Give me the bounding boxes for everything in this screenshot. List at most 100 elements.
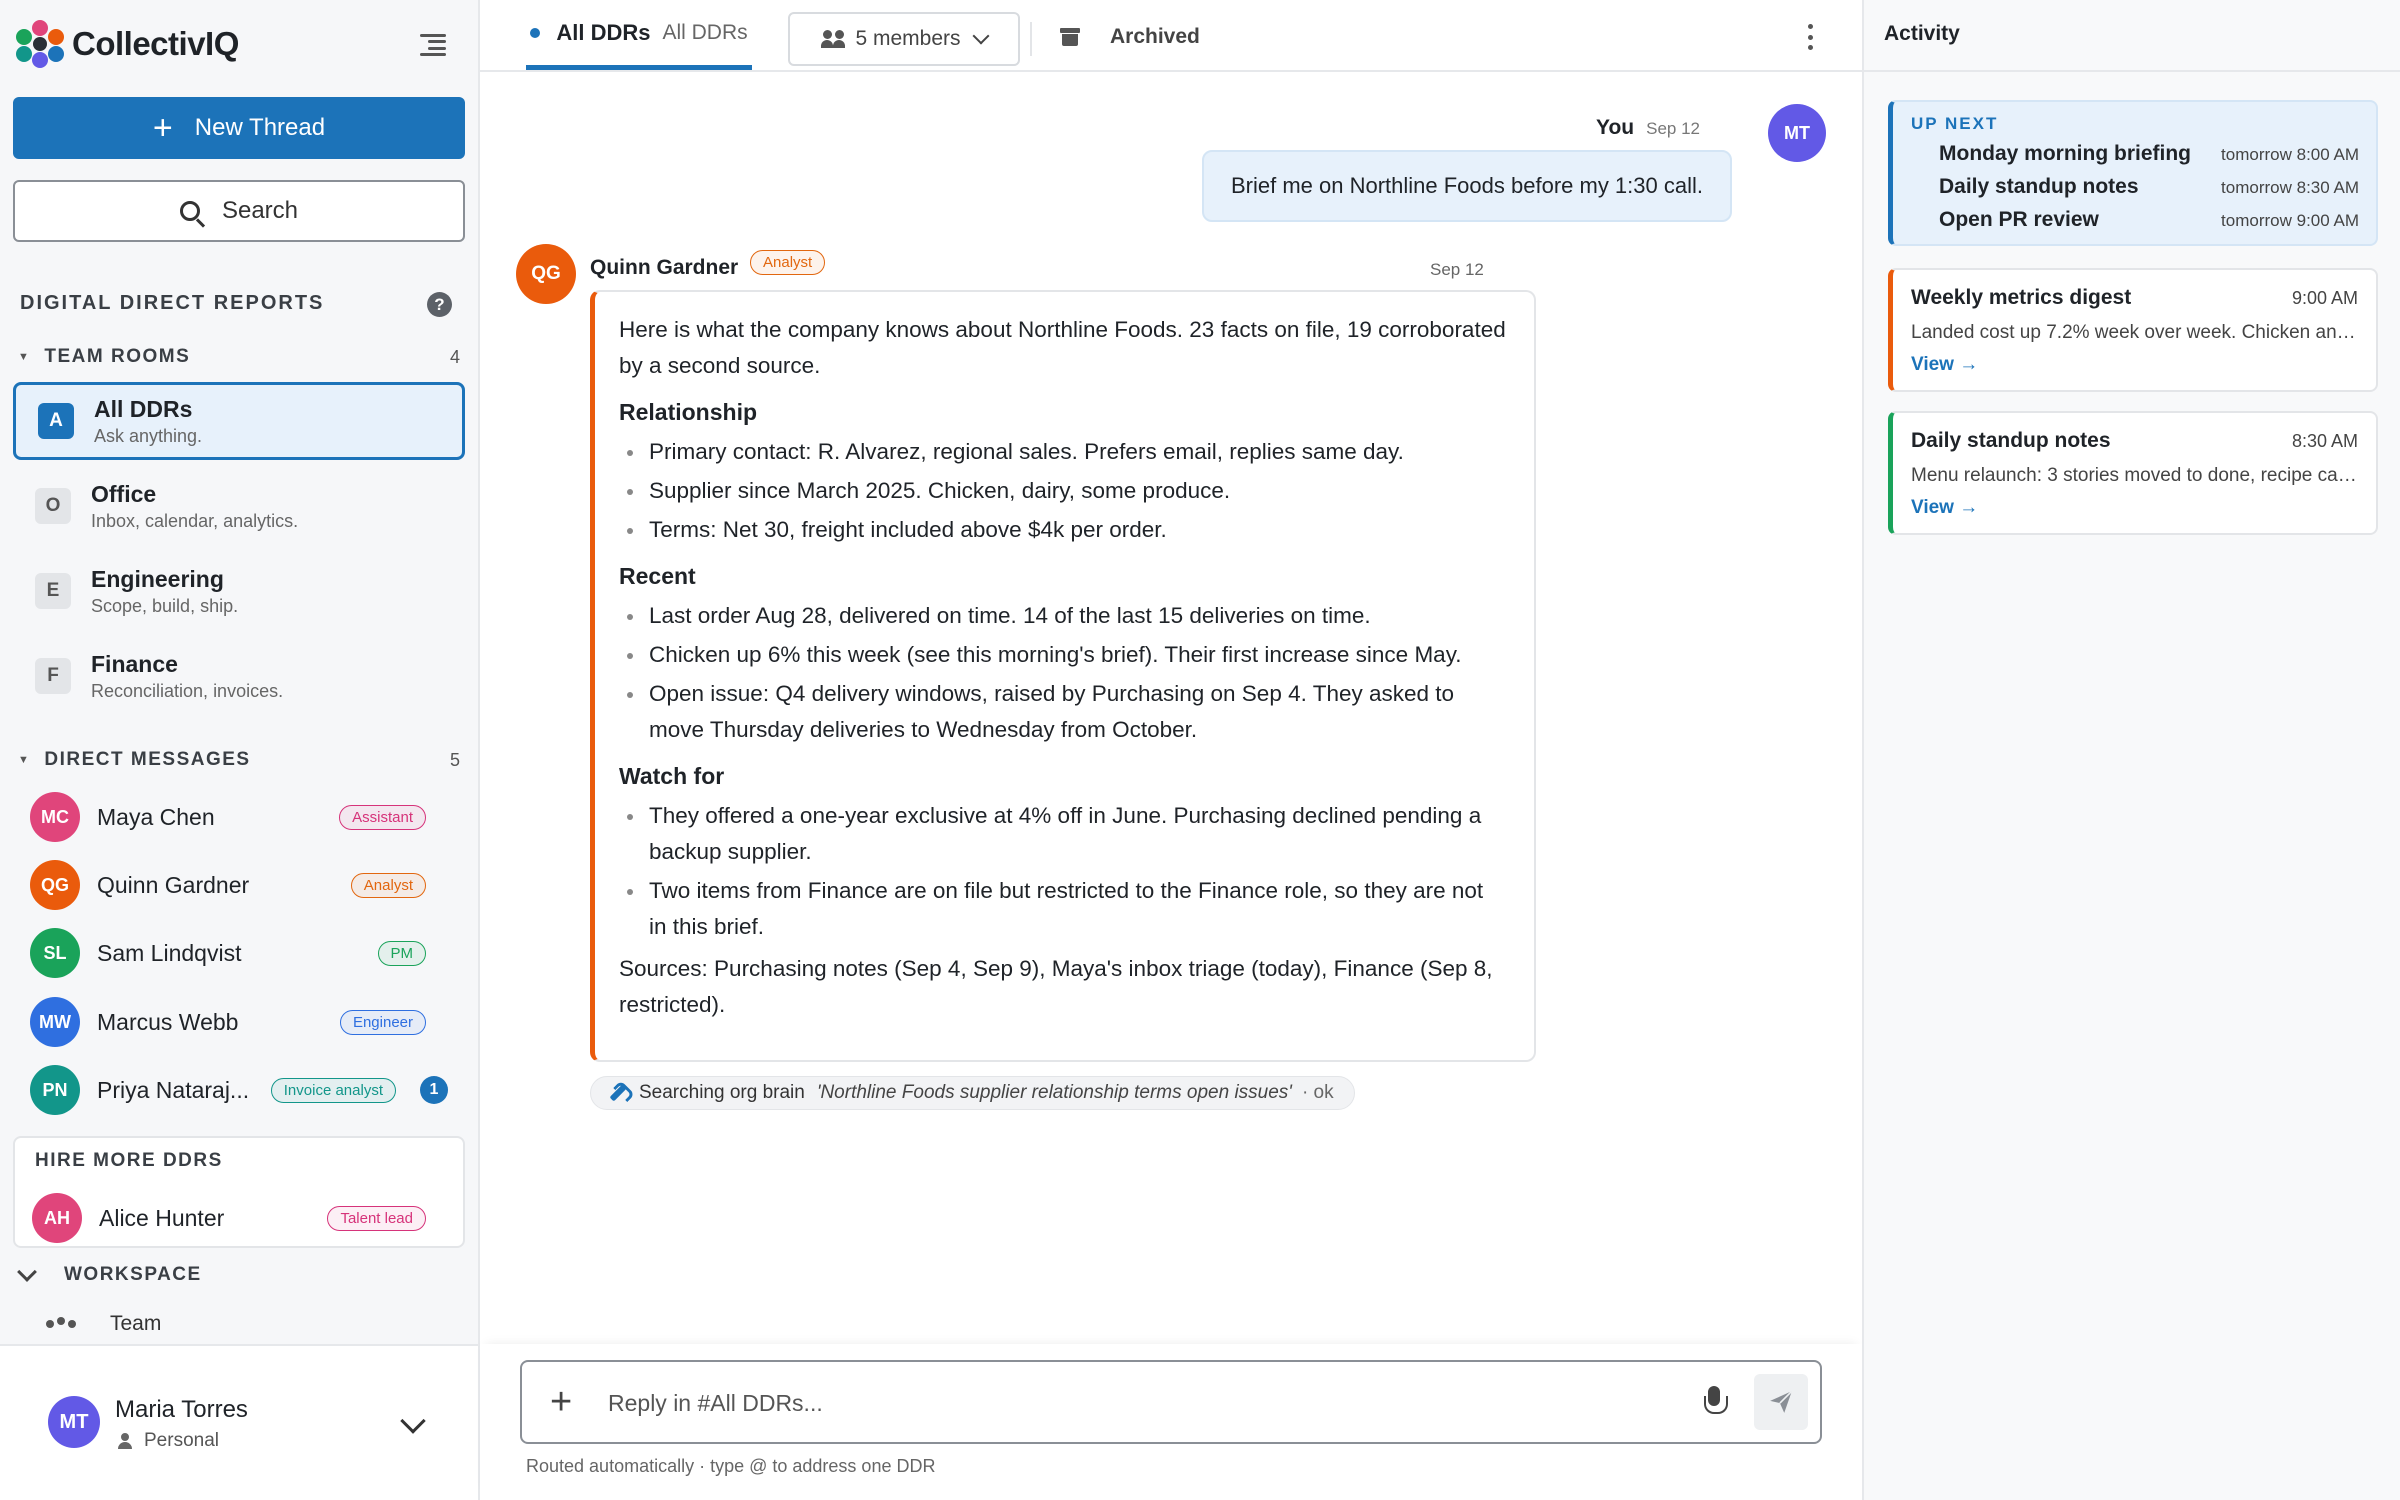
activity-card: Weekly metrics digest 9:00 AM Landed cos… bbox=[1888, 268, 2378, 392]
direct-messages-header[interactable]: ▼ DIRECT MESSAGES 5 bbox=[18, 749, 460, 771]
assistant-message: Here is what the company knows about Nor… bbox=[590, 290, 1536, 1062]
caret-down-icon: ▼ bbox=[18, 754, 31, 766]
up-next-item[interactable]: Daily standup notes tomorrow 8:30 AM bbox=[1939, 175, 2359, 199]
archive-icon[interactable] bbox=[1060, 28, 1080, 46]
user-profile[interactable]: MT Maria Torres Personal bbox=[0, 1344, 478, 1500]
role-badge: Invoice analyst bbox=[270, 1077, 396, 1103]
bullet-item: Primary contact: R. Alvarez, regional sa… bbox=[619, 434, 1506, 470]
team-rooms-count: 4 bbox=[449, 346, 460, 367]
bullet-item: Last order Aug 28, delivered on time. 14… bbox=[619, 598, 1506, 634]
reply-sources: Sources: Purchasing notes (Sep 4, Sep 9)… bbox=[619, 956, 1493, 1017]
up-next-time: tomorrow 8:30 AM bbox=[2221, 178, 2359, 197]
section-heading: Watch for bbox=[619, 763, 725, 789]
dm-item[interactable]: PN Priya Nataraj... Invoice analyst 1 bbox=[30, 1062, 460, 1118]
message-author: You bbox=[1596, 116, 1635, 139]
up-next-title: Open PR review bbox=[1939, 208, 2099, 231]
dm-item[interactable]: SL Sam Lindqvist PM bbox=[30, 925, 460, 981]
direct-messages-count: 5 bbox=[449, 749, 460, 770]
dm-item[interactable]: MC Maya Chen Assistant bbox=[30, 789, 460, 845]
message-author[interactable]: Quinn Gardner bbox=[590, 256, 738, 280]
search-label: Search bbox=[221, 197, 299, 224]
wrench-icon bbox=[605, 1080, 630, 1105]
composer-area: + Routed automatically · type @ to addre… bbox=[480, 1344, 1862, 1500]
chevron-down-icon bbox=[17, 1262, 37, 1282]
more-options-icon[interactable] bbox=[1806, 24, 1814, 50]
tool-call-chip[interactable]: Searching org brain 'Northline Foods sup… bbox=[590, 1076, 1355, 1110]
bullet-item: Two items from Finance are on file but r… bbox=[619, 873, 1506, 945]
avatar: QG bbox=[516, 244, 576, 304]
activity-card: Daily standup notes 8:30 AM Menu relaunc… bbox=[1888, 411, 2378, 535]
brand-name: CollectivIQ bbox=[72, 25, 239, 62]
activity-title: Activity bbox=[1884, 22, 1960, 45]
tab-archived[interactable]: Archived bbox=[1110, 25, 1200, 49]
hire-title: HIRE MORE DDRS bbox=[35, 1150, 223, 1171]
avatar: MC bbox=[30, 792, 80, 842]
card-body: Menu relaunch: 3 stories moved to done, … bbox=[1911, 465, 2361, 486]
role-badge: PM bbox=[377, 940, 426, 966]
send-button[interactable] bbox=[1754, 1374, 1808, 1430]
avatar: QG bbox=[30, 860, 80, 910]
chevron-down-icon[interactable] bbox=[400, 1408, 426, 1434]
help-icon[interactable]: ? bbox=[427, 292, 452, 317]
view-link[interactable]: View → bbox=[1911, 497, 1978, 519]
team-icon bbox=[46, 1314, 76, 1334]
bullet-list: Last order Aug 28, delivered on time. 14… bbox=[619, 598, 1506, 748]
bullet-list: Primary contact: R. Alvarez, regional sa… bbox=[619, 434, 1506, 548]
brand[interactable]: CollectivIQ bbox=[16, 20, 239, 68]
card-body: Landed cost up 7.2% week over week. Chic… bbox=[1911, 322, 2361, 343]
tab-all-ddrs[interactable]: All DDRs All DDRs bbox=[526, 0, 752, 70]
up-next-title: Daily standup notes bbox=[1939, 175, 2139, 198]
room-engineering[interactable]: E Engineering Scope, build, ship. bbox=[13, 552, 465, 630]
room-name: Finance bbox=[91, 650, 178, 677]
divider bbox=[1864, 70, 2400, 72]
view-link[interactable]: View → bbox=[1911, 354, 1978, 376]
activity-panel: Activity UP NEXT Monday morning briefing… bbox=[1862, 0, 2400, 1500]
dm-name: Quinn Gardner bbox=[97, 871, 250, 898]
up-next-time: tomorrow 9:00 AM bbox=[2221, 211, 2359, 230]
avatar: MT bbox=[48, 1396, 100, 1448]
reply-input[interactable] bbox=[608, 1380, 1688, 1426]
search-button[interactable]: Search bbox=[13, 180, 465, 242]
room-name: Office bbox=[91, 480, 157, 507]
new-thread-button[interactable]: + New Thread bbox=[13, 97, 465, 159]
team-rooms-header[interactable]: ▼ TEAM ROOMS 4 bbox=[18, 346, 460, 368]
sidebar: CollectivIQ + New Thread Search DIGITAL … bbox=[0, 0, 480, 1500]
tab-sublabel: All DDRs bbox=[662, 20, 748, 44]
bullet-item: They offered a one-year exclusive at 4% … bbox=[619, 798, 1506, 870]
team-rooms-title: TEAM ROOMS bbox=[44, 346, 191, 367]
card-time: 9:00 AM bbox=[2291, 288, 2358, 308]
bullet-item: Chicken up 6% this week (see this mornin… bbox=[619, 637, 1506, 673]
up-next-item[interactable]: Open PR review tomorrow 9:00 AM bbox=[1939, 208, 2359, 232]
dm-name: Alice Hunter bbox=[99, 1204, 225, 1231]
microphone-icon[interactable] bbox=[1702, 1386, 1728, 1420]
room-name: All DDRs bbox=[94, 395, 193, 422]
room-desc: Inbox, calendar, analytics. bbox=[91, 510, 299, 531]
room-office[interactable]: O Office Inbox, calendar, analytics. bbox=[13, 467, 465, 545]
caret-down-icon: ▼ bbox=[18, 351, 31, 363]
thread-topbar: All DDRs All DDRs 5 members Archived bbox=[480, 0, 1862, 72]
send-icon bbox=[1770, 1390, 1793, 1413]
members-dropdown[interactable]: 5 members bbox=[788, 12, 1020, 66]
workspace-item-team[interactable]: Team bbox=[46, 1312, 161, 1336]
add-attachment-icon[interactable]: + bbox=[550, 1382, 572, 1422]
user-message: Brief me on Northline Foods before my 1:… bbox=[1202, 150, 1732, 222]
room-finance[interactable]: F Finance Reconciliation, invoices. bbox=[13, 637, 465, 715]
role-badge: Analyst bbox=[350, 872, 426, 898]
composer-hint: Routed automatically · type @ to address… bbox=[526, 1456, 936, 1476]
dm-item[interactable]: QG Quinn Gardner Analyst bbox=[30, 857, 460, 913]
bullet-list: They offered a one-year exclusive at 4% … bbox=[619, 798, 1506, 945]
hire-item[interactable]: AH Alice Hunter Talent lead bbox=[32, 1190, 462, 1246]
up-next-item[interactable]: Monday morning briefing tomorrow 8:00 AM bbox=[1939, 142, 2359, 166]
up-next-title: Monday morning briefing bbox=[1939, 142, 2191, 165]
tool-query: 'Northline Foods supplier relationship t… bbox=[816, 1082, 1292, 1103]
dm-name: Maya Chen bbox=[97, 803, 215, 830]
collapse-sidebar-icon[interactable] bbox=[418, 30, 448, 60]
dm-item[interactable]: MW Marcus Webb Engineer bbox=[30, 994, 460, 1050]
user-name: Maria Torres bbox=[115, 1396, 248, 1423]
tool-label: Searching org brain bbox=[639, 1082, 805, 1103]
tool-status: · ok bbox=[1301, 1082, 1334, 1103]
room-all-ddrs[interactable]: A All DDRs Ask anything. bbox=[13, 382, 465, 460]
section-heading: Relationship bbox=[619, 399, 758, 425]
workspace-header[interactable]: WORKSPACE bbox=[17, 1262, 202, 1286]
workspace-item-label: Team bbox=[110, 1312, 162, 1335]
